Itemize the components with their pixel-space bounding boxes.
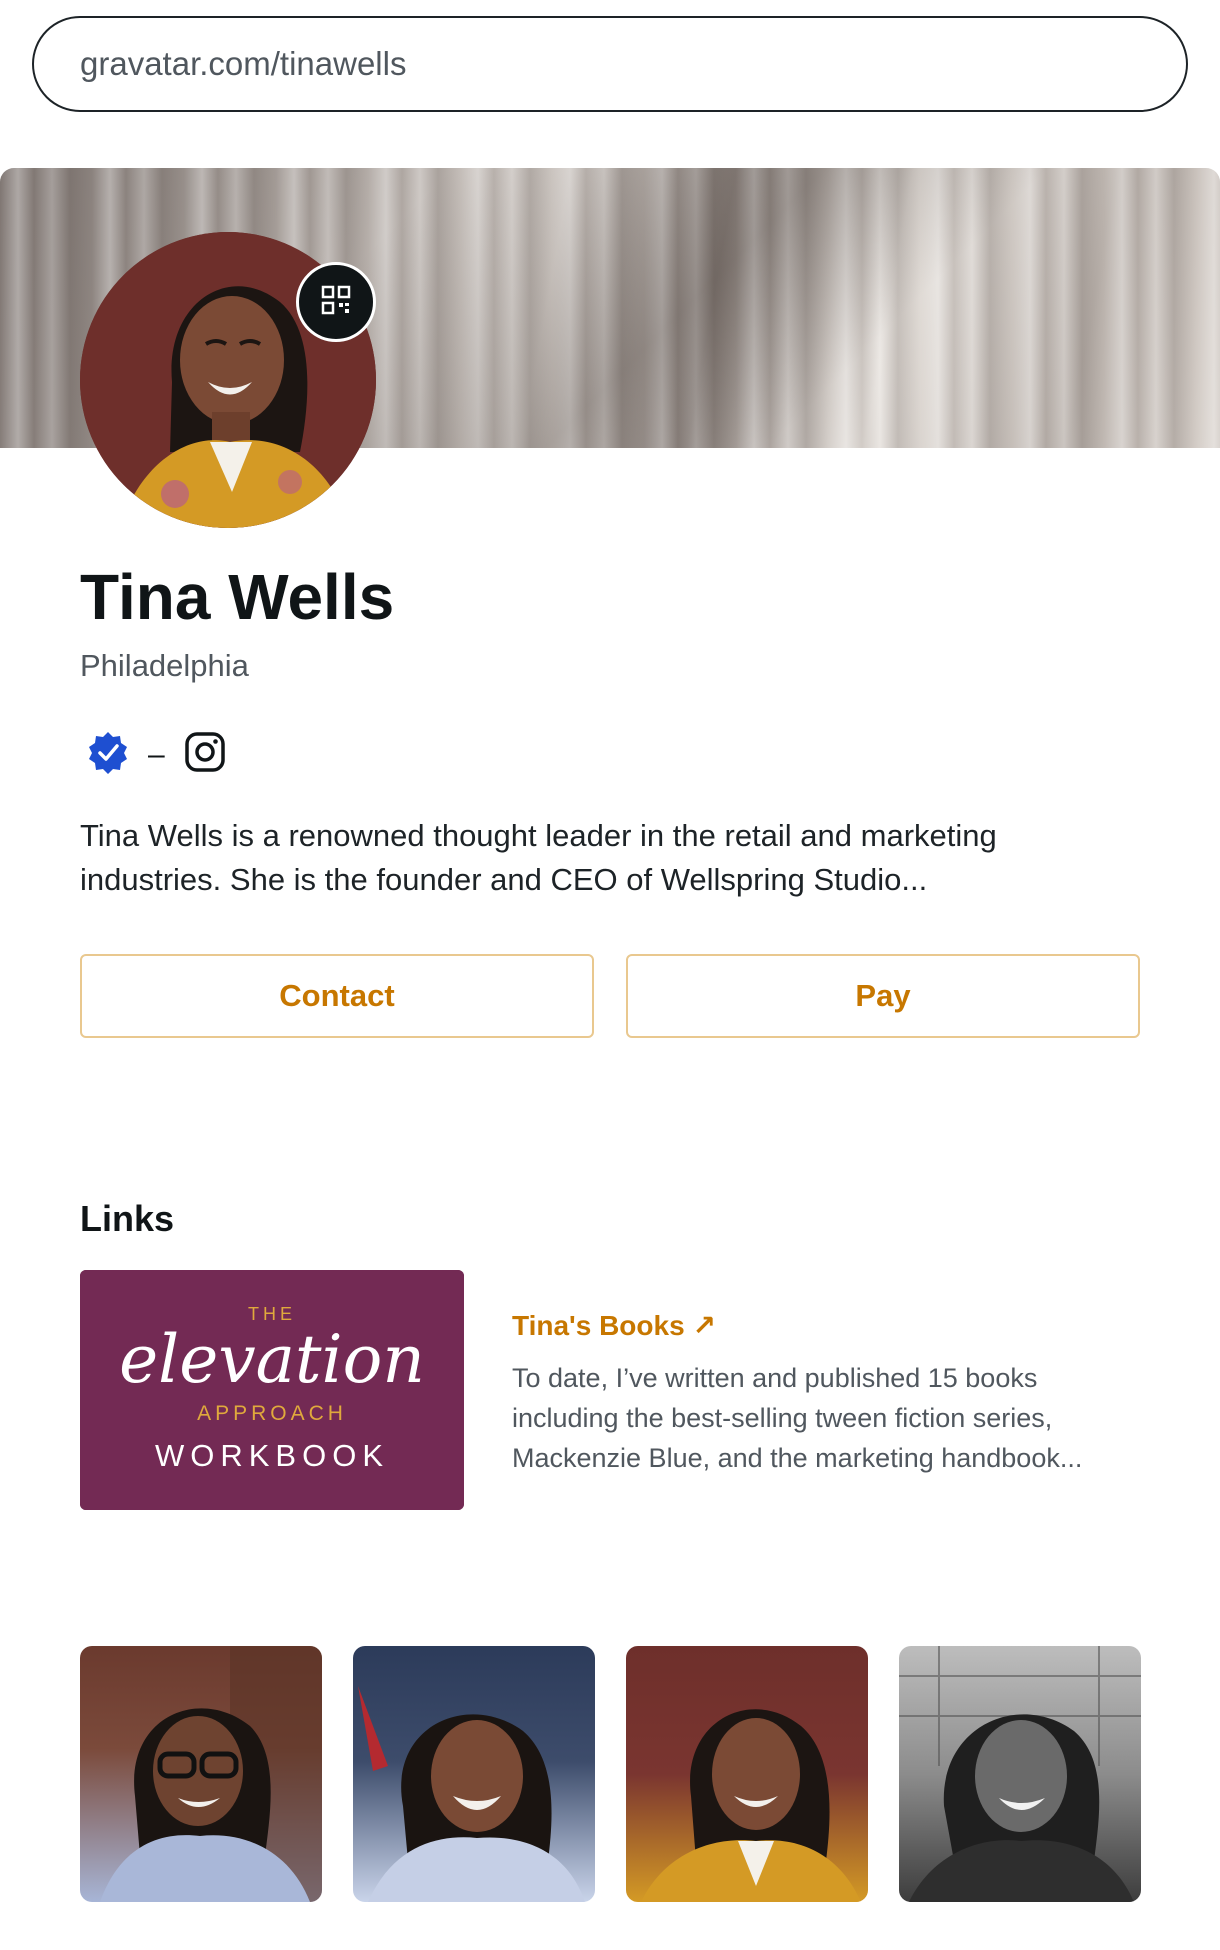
gallery-photo[interactable]	[626, 1646, 868, 1902]
contact-button[interactable]: Contact	[80, 954, 594, 1038]
links-section-title: Links	[80, 1198, 175, 1239]
badge-separator: –	[148, 737, 165, 771]
verified-accounts: –	[86, 730, 227, 779]
link-desc-line: To date, I’ve written and published 15 b…	[512, 1363, 1038, 1393]
thumb-bottom-text: WORKBOOK	[155, 1438, 389, 1473]
gravatar-profile-page: gravatar.com/tinawells Tina Wells Philad…	[0, 0, 1220, 1950]
profile-bio: Tina Wells is a renowned thought leader …	[80, 814, 1080, 902]
link-thumbnail[interactable]: THE elevation APPROACH WORKBOOK	[80, 1270, 464, 1510]
link-description: To date, I’ve written and published 15 b…	[512, 1358, 1132, 1478]
link-title-tinas-books[interactable]: Tina's Books ↗	[512, 1309, 716, 1342]
url-text: gravatar.com/tinawells	[80, 45, 407, 82]
pay-button[interactable]: Pay	[626, 954, 1140, 1038]
thumb-script-text: elevation	[119, 1321, 425, 1398]
gallery-photo[interactable]	[80, 1646, 322, 1902]
verified-badge-icon[interactable]	[86, 730, 130, 779]
thumb-mid-text: APPROACH	[197, 1402, 347, 1425]
profile-location: Philadelphia	[80, 648, 249, 683]
bio-line: Tina Wells is a renowned thought leader …	[80, 818, 997, 853]
bio-line: industries. She is the founder and CEO o…	[80, 862, 928, 897]
profile-card: Tina Wells Philadelphia – Tina Wells is …	[0, 168, 1220, 1098]
qr-code-button[interactable]	[296, 262, 376, 342]
profile-name: Tina Wells	[80, 561, 395, 633]
link-desc-line: Mackenzie Blue, and the marketing handbo…	[512, 1443, 1083, 1473]
instagram-icon[interactable]	[183, 730, 227, 779]
url-bar[interactable]: gravatar.com/tinawells	[32, 16, 1188, 112]
link-desc-line: including the best-selling tween fiction…	[512, 1403, 1053, 1433]
gallery-photo[interactable]	[899, 1646, 1141, 1902]
qr-code-icon	[321, 285, 351, 320]
gallery-photo[interactable]	[353, 1646, 595, 1902]
